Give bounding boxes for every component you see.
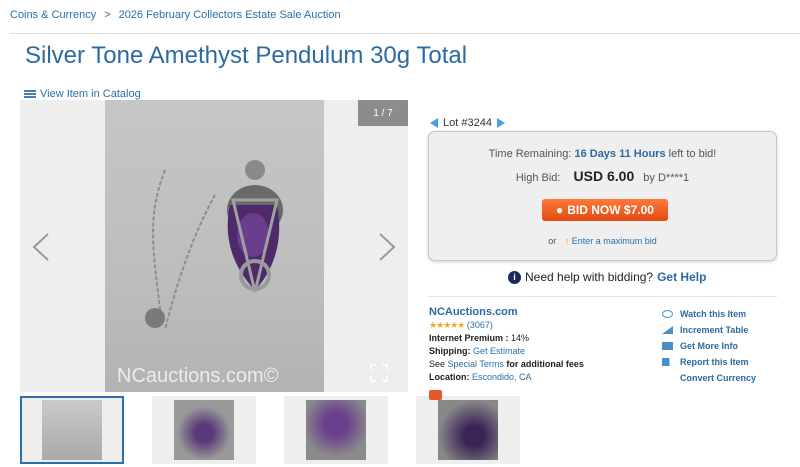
eye-icon [662,310,673,318]
new-badge-icon [429,390,442,400]
thumbnail[interactable] [416,396,520,464]
thumbnail[interactable] [152,396,256,464]
time-label: Time Remaining: [488,148,572,160]
expand-icon [370,364,388,382]
help-text: Need help with bidding? [525,270,654,284]
lot-number: Lot #3244 [443,117,492,129]
or-text: or [548,236,557,246]
bid-icon: ● [556,203,564,217]
time-suffix: left to bid! [668,148,717,160]
increment-table-button[interactable]: Increment Table [662,322,756,338]
next-image-button[interactable] [376,232,398,262]
location-label: Location: [429,372,470,382]
report-label: Report this Item [680,357,749,367]
max-bid-row: or ↑ Enter a maximum bid [429,236,776,246]
special-terms-link[interactable]: Special Terms [448,359,504,369]
seller-info: NCAuctions.com ★★★★★ (3067) Internet Pre… [429,306,584,404]
premium-label: Internet Premium : [429,333,509,343]
bid-now-button[interactable]: ● BID NOW $7.00 [542,199,668,221]
bid-panel: Time Remaining: 16 Days 11 Hours left to… [428,131,777,261]
item-actions: Watch this Item Increment Table Get More… [662,306,756,386]
high-bid-label: High Bid: [515,172,561,184]
terms-suffix: for additional fees [506,359,584,369]
seller-name[interactable]: NCAuctions.com [429,306,584,319]
info-icon: i [508,270,521,284]
thumbnail[interactable] [20,396,124,464]
image-counter: 1 / 7 [358,100,408,126]
breadcrumb: Coins & Currency > 2026 February Collect… [10,9,341,21]
watermark: NCauctions.com© [117,365,279,387]
get-help-link[interactable]: Get Help [657,270,706,284]
time-remaining: Time Remaining: 16 Days 11 Hours left to… [429,148,776,160]
breadcrumb-separator: > [104,9,111,21]
divider [10,33,800,34]
bid-now-label: BID NOW $7.00 [567,203,654,217]
convert-currency-button[interactable]: Convert Currency [662,370,756,386]
rating-count[interactable]: (3067) [467,320,493,330]
rating-stars: ★★★★★ [429,320,465,330]
mail-icon [662,342,673,350]
lot-navigation: Lot #3244 [430,117,505,129]
breadcrumb-category[interactable]: Coins & Currency [10,9,96,21]
thumbnail-strip [20,396,520,464]
more-info-label: Get More Info [680,341,738,351]
prev-lot-icon[interactable] [430,118,438,128]
watch-label: Watch this Item [680,309,747,319]
shipping-label: Shipping: [429,346,471,356]
divider [428,296,777,297]
list-icon [24,90,36,98]
view-in-catalog-link[interactable]: View Item in Catalog [24,88,141,100]
convert-label: Convert Currency [680,373,757,383]
chevron-left-icon [32,233,49,261]
high-bid-value: USD 6.00 [573,168,635,184]
chevron-right-icon [379,233,396,261]
premium-value: 14% [511,333,530,343]
terms-prefix: See [429,359,446,369]
high-bid: High Bid: USD 6.00 by D****1 [429,168,776,184]
report-item-button[interactable]: Report this Item [662,354,756,370]
up-arrow-icon: ↑ [564,236,570,246]
view-in-catalog-label: View Item in Catalog [40,88,141,100]
breadcrumb-auction[interactable]: 2026 February Collectors Estate Sale Auc… [119,9,341,21]
max-bid-link[interactable]: Enter a maximum bid [572,236,657,246]
prev-image-button[interactable] [30,232,52,262]
item-photo[interactable]: NCauctions.com© [105,100,324,392]
time-value: 16 Days 11 Hours [574,148,666,160]
high-bidder: by D****1 [643,172,690,184]
more-info-button[interactable]: Get More Info [662,338,756,354]
currency-icon [662,374,673,382]
watch-item-button[interactable]: Watch this Item [662,306,756,322]
thumbnail[interactable] [284,396,388,464]
pendant-image [145,160,283,331]
next-lot-icon[interactable] [496,118,505,128]
fullscreen-button[interactable] [370,364,388,382]
image-viewer: NCauctions.com© 1 / 7 [20,100,408,392]
shipping-estimate-link[interactable]: Get Estimate [473,346,525,356]
chart-icon [662,326,673,334]
flag-icon [662,358,673,366]
page-title: Silver Tone Amethyst Pendulum 30g Total [25,42,468,69]
bidding-help: i Need help with bidding? Get Help [508,270,706,284]
increment-label: Increment Table [680,325,749,335]
location-link[interactable]: Escondido, CA [472,372,532,382]
